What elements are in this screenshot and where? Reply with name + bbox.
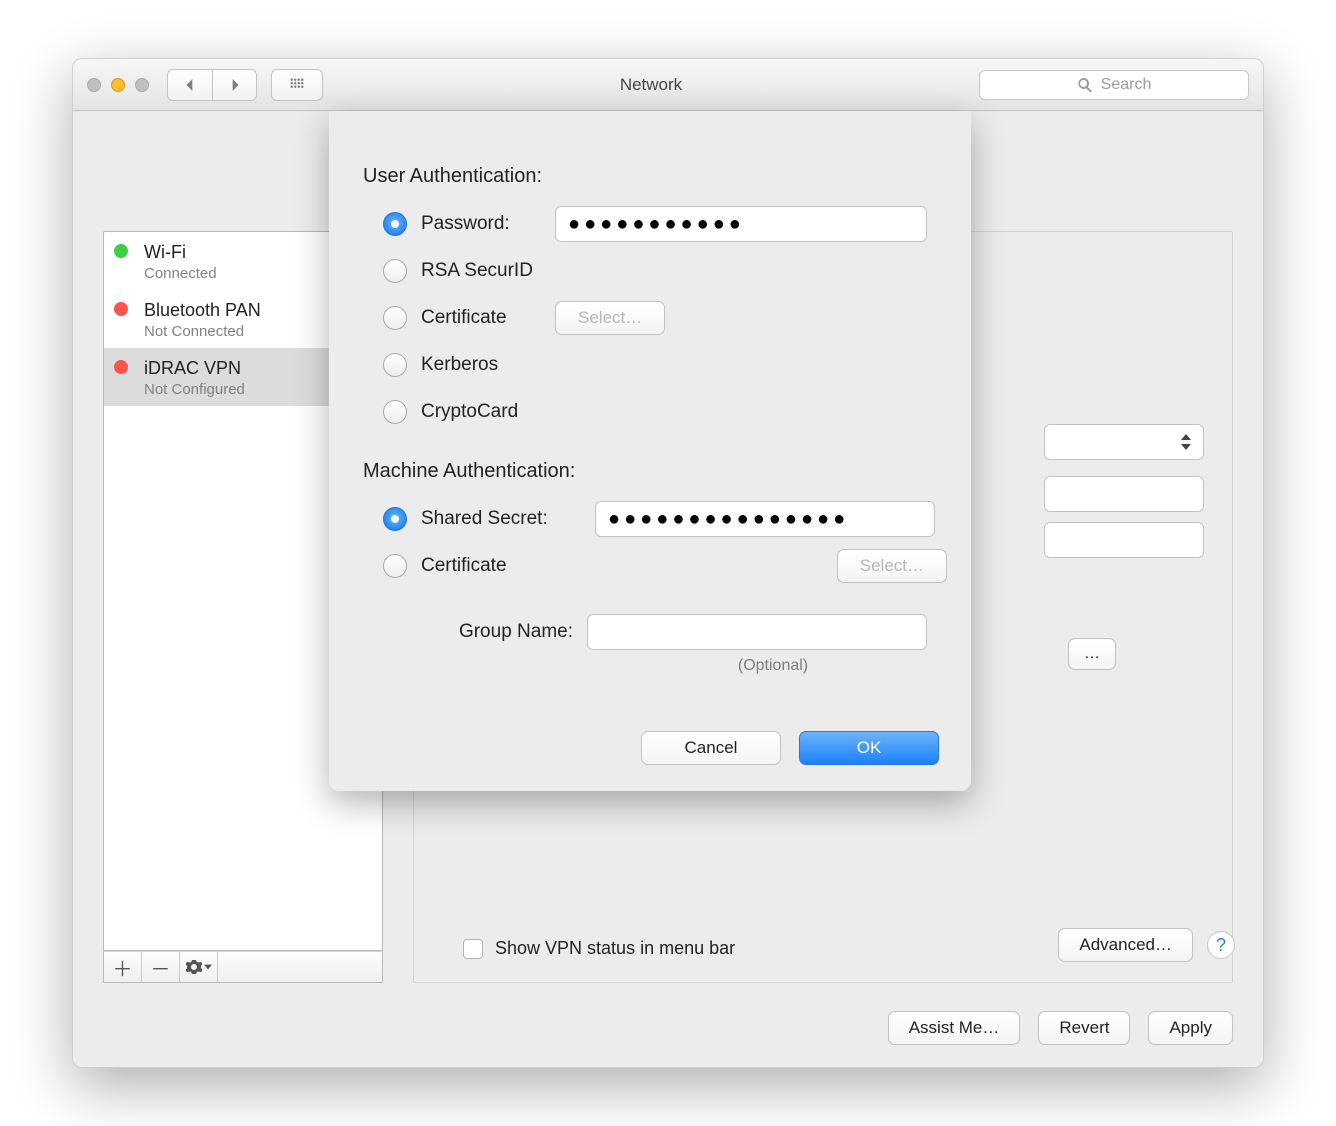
auth-settings-sheet: User Authentication: Password: RSA Secur…	[329, 111, 971, 791]
sheet-footer: Cancel OK	[641, 731, 939, 765]
user-auth-securid-row: RSA SecurID	[383, 249, 947, 293]
minimize-window-button[interactable]	[111, 78, 125, 92]
show-vpn-label: Show VPN status in menu bar	[495, 938, 735, 959]
user-auth-cert-radio[interactable]	[383, 306, 407, 330]
password-field[interactable]	[555, 206, 927, 242]
zoom-window-button[interactable]	[135, 78, 149, 92]
window-title: Network	[323, 75, 979, 95]
advanced-button[interactable]: Advanced…	[1058, 928, 1193, 962]
window-footer: Assist Me… Revert Apply	[888, 1011, 1233, 1045]
search-placeholder: Search	[1101, 76, 1152, 94]
assist-me-button[interactable]: Assist Me…	[888, 1011, 1021, 1045]
group-name-label: Group Name:	[353, 621, 573, 643]
user-auth-kerberos-radio[interactable]	[383, 353, 407, 377]
user-auth-cert-label: Certificate	[421, 307, 541, 329]
machine-shared-secret-row: Shared Secret:	[383, 497, 947, 541]
user-auth-cryptocard-radio[interactable]	[383, 400, 407, 424]
forward-button[interactable]	[212, 70, 256, 100]
chevron-right-icon	[228, 78, 242, 92]
remove-service-button[interactable]: －	[142, 952, 180, 982]
cancel-button[interactable]: Cancel	[641, 731, 781, 765]
machine-cert-select-button[interactable]: Select…	[837, 549, 947, 583]
machine-cert-row: Certificate Select…	[383, 544, 947, 588]
nav-back-forward	[167, 69, 257, 101]
status-dot-icon	[114, 360, 128, 374]
user-auth-kerberos-label: Kerberos	[421, 354, 498, 376]
group-name-row: Group Name:	[353, 610, 947, 654]
machine-cert-radio[interactable]	[383, 554, 407, 578]
help-button[interactable]: ?	[1207, 931, 1235, 959]
show-all-prefs[interactable]	[271, 69, 323, 101]
machine-shared-secret-radio[interactable]	[383, 507, 407, 531]
sidebar-toolbar: ＋ －	[103, 951, 383, 983]
user-auth-password-label: Password:	[421, 213, 541, 235]
service-action-menu[interactable]	[180, 952, 218, 982]
user-auth-heading: User Authentication:	[363, 165, 947, 188]
user-auth-cryptocard-label: CryptoCard	[421, 401, 518, 423]
status-dot-icon	[114, 302, 128, 316]
traffic-lights	[87, 78, 149, 92]
ok-button[interactable]: OK	[799, 731, 939, 765]
detail-field-2[interactable]	[1044, 522, 1204, 558]
select-stepper-icon	[1181, 433, 1197, 451]
show-vpn-row: Show VPN status in menu bar	[463, 938, 735, 959]
grid-icon	[290, 78, 304, 92]
machine-shared-secret-label: Shared Secret:	[421, 508, 581, 530]
chevron-left-icon	[183, 78, 197, 92]
close-window-button[interactable]	[87, 78, 101, 92]
user-cert-select-button[interactable]: Select…	[555, 301, 665, 335]
show-vpn-checkbox[interactable]	[463, 939, 483, 959]
user-auth-password-radio[interactable]	[383, 212, 407, 236]
status-dot-icon	[114, 244, 128, 258]
detail-field-1[interactable]	[1044, 476, 1204, 512]
preferences-window: Network Search Wi-Fi Connected Bluetooth…	[72, 58, 1264, 1068]
machine-auth-heading: Machine Authentication:	[363, 460, 947, 483]
back-button[interactable]	[168, 70, 212, 100]
search-field[interactable]: Search	[979, 70, 1249, 100]
user-auth-password-row: Password:	[383, 202, 947, 246]
apply-button[interactable]: Apply	[1148, 1011, 1233, 1045]
user-auth-cert-row: Certificate Select…	[383, 296, 947, 340]
config-select[interactable]	[1044, 424, 1204, 460]
gear-icon	[186, 959, 202, 975]
sidebar-toolbar-filler	[218, 952, 382, 982]
revert-button[interactable]: Revert	[1038, 1011, 1130, 1045]
chevron-down-icon	[204, 963, 212, 971]
user-auth-securid-label: RSA SecurID	[421, 260, 533, 282]
group-name-hint: (Optional)	[603, 657, 943, 675]
user-auth-kerberos-row: Kerberos	[383, 343, 947, 387]
search-icon	[1077, 77, 1093, 93]
user-auth-securid-radio[interactable]	[383, 259, 407, 283]
group-name-field[interactable]	[587, 614, 927, 650]
machine-cert-label: Certificate	[421, 555, 771, 577]
titlebar: Network Search	[73, 59, 1263, 111]
user-auth-cryptocard-row: CryptoCard	[383, 390, 947, 434]
auth-settings-button[interactable]: …	[1068, 638, 1116, 670]
add-service-button[interactable]: ＋	[104, 952, 142, 982]
shared-secret-field[interactable]	[595, 501, 935, 537]
